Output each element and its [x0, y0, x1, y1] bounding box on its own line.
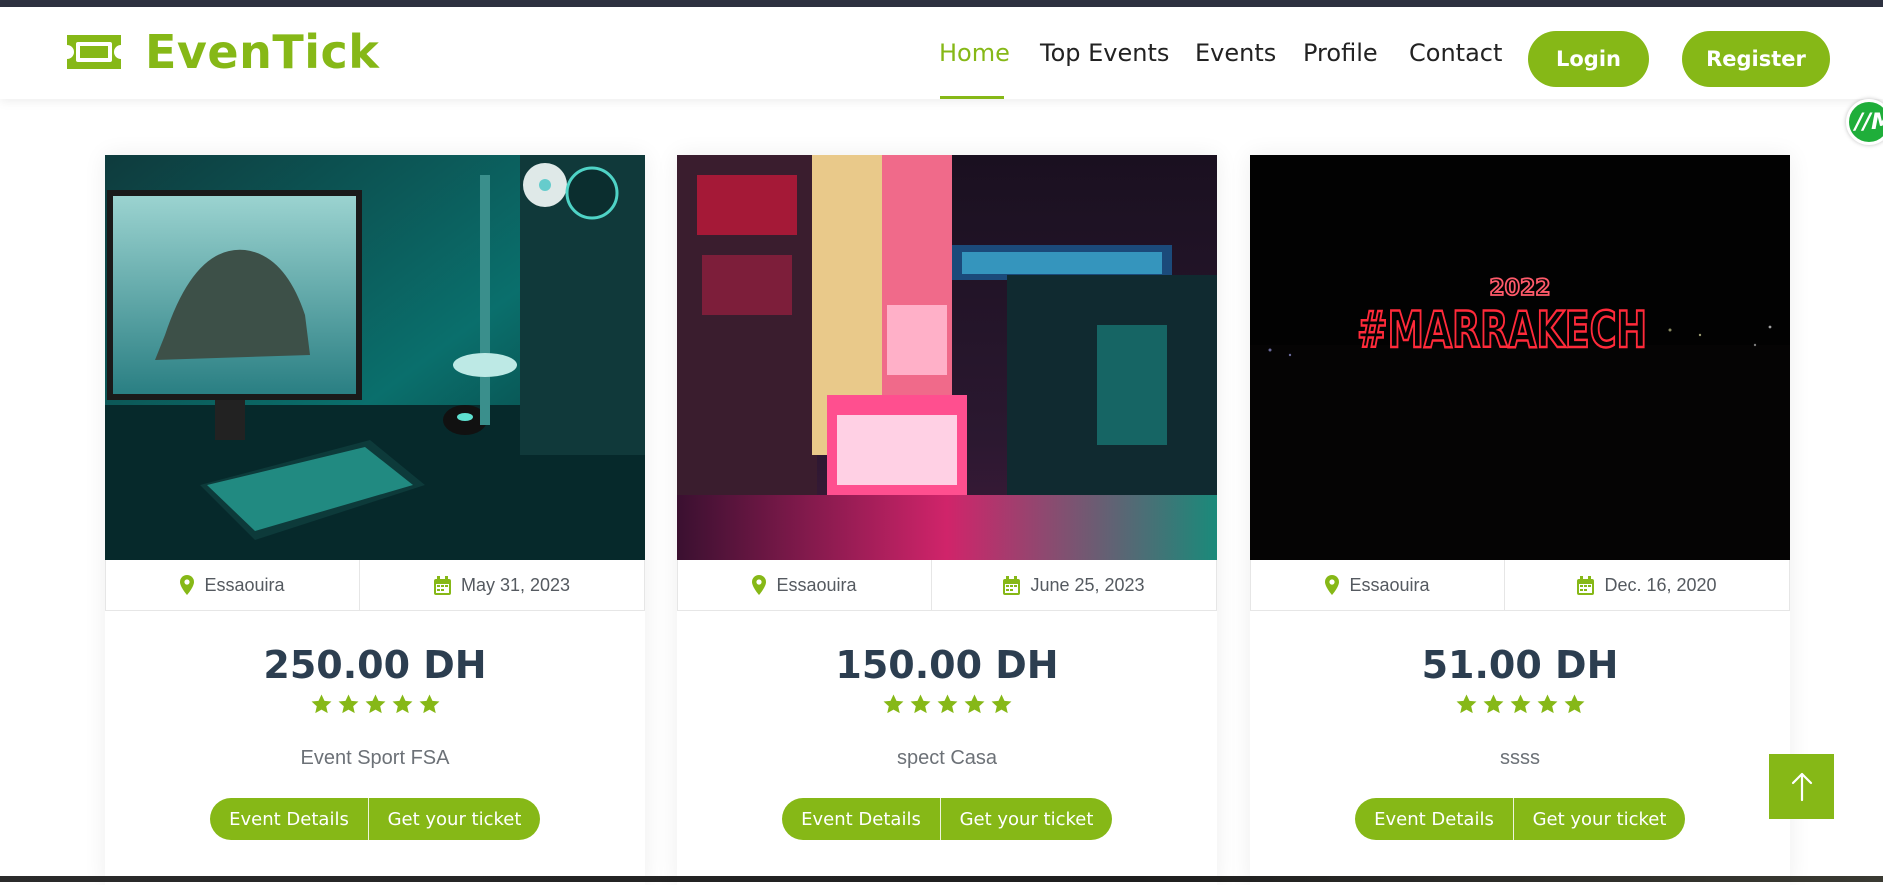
sign-text: #MARRAKECH — [1357, 301, 1647, 359]
star-rating — [677, 693, 1217, 716]
event-date: June 25, 2023 — [932, 560, 1216, 610]
star-icon — [910, 694, 930, 714]
map-pin-icon — [1325, 575, 1340, 595]
register-button[interactable]: Register — [1682, 31, 1830, 87]
star-icon — [1564, 694, 1584, 714]
star-icon — [1483, 694, 1503, 714]
event-details-button[interactable]: Event Details — [1355, 798, 1514, 840]
star-icon — [991, 694, 1011, 714]
star-icon — [937, 694, 957, 714]
get-ticket-button[interactable]: Get your ticket — [1514, 798, 1685, 840]
neon-street-photo — [677, 155, 1217, 560]
star-icon — [338, 694, 358, 714]
event-image[interactable] — [105, 155, 645, 560]
nav-profile[interactable]: Profile — [1303, 39, 1378, 67]
star-icon — [392, 694, 412, 714]
star-icon — [311, 694, 331, 714]
event-date-text: May 31, 2023 — [460, 574, 571, 595]
event-title: Event Sport FSA — [300, 747, 450, 769]
arrow-up-icon — [1791, 772, 1812, 801]
star-icon — [883, 694, 903, 714]
star-icon — [1537, 694, 1557, 714]
marrakech-night-photo: 2022 #MARRAKECH — [1250, 155, 1790, 560]
event-location: Essaouira — [678, 560, 932, 610]
event-location-text: Essaouira — [1349, 574, 1430, 595]
map-pin-icon — [752, 575, 767, 595]
event-date: May 31, 2023 — [360, 560, 644, 610]
map-pin-icon — [180, 575, 195, 595]
nav-events[interactable]: Events — [1195, 39, 1276, 67]
event-location-text: Essaouira — [204, 574, 285, 595]
active-nav-indicator — [940, 96, 1004, 99]
event-price: 51.00 DH — [1421, 643, 1619, 687]
event-actions: Event Details Get your ticket — [210, 798, 540, 840]
star-icon — [1510, 694, 1530, 714]
sign-year: 2022 — [1489, 276, 1550, 301]
event-location: Essaouira — [106, 560, 360, 610]
event-meta: Essaouira May 31, 2023 — [105, 560, 645, 611]
top-edge-strip — [0, 0, 1883, 7]
event-meta: Essaouira June 25, 2023 — [677, 560, 1217, 611]
event-title: ssss — [1500, 747, 1540, 769]
event-location-text: Essaouira — [776, 574, 857, 595]
star-rating — [105, 693, 645, 716]
brand-logo[interactable]: EvenTick — [63, 29, 379, 75]
event-meta: Essaouira Dec. 16, 2020 — [1250, 560, 1790, 611]
bottom-edge-strip — [0, 876, 1883, 882]
event-actions: Event Details Get your ticket — [782, 798, 1112, 840]
event-card: Essaouira June 25, 2023 150.00 DH spect … — [677, 155, 1217, 885]
calendar-icon — [433, 575, 451, 595]
event-card: 2022 #MARRAKECH Essaouira Dec. 16, 2020 … — [1250, 155, 1790, 885]
desk-setup-photo — [105, 155, 645, 560]
calendar-icon — [1003, 575, 1021, 595]
star-icon — [1456, 694, 1476, 714]
event-date-text: Dec. 16, 2020 — [1604, 574, 1717, 595]
event-date-text: June 25, 2023 — [1030, 574, 1145, 595]
floating-widget-icon[interactable]: //M — [1846, 99, 1883, 145]
event-date: Dec. 16, 2020 — [1505, 560, 1789, 610]
nav-home[interactable]: Home — [939, 39, 1010, 67]
event-image[interactable]: 2022 #MARRAKECH — [1250, 155, 1790, 560]
star-icon — [419, 694, 439, 714]
nav-contact[interactable]: Contact — [1409, 39, 1502, 67]
event-title: spect Casa — [896, 747, 998, 769]
event-card: Essaouira May 31, 2023 250.00 DH Event S… — [105, 155, 645, 885]
event-location: Essaouira — [1251, 560, 1505, 610]
star-icon — [365, 694, 385, 714]
star-rating — [1250, 693, 1790, 716]
login-button[interactable]: Login — [1528, 31, 1649, 87]
event-actions: Event Details Get your ticket — [1355, 798, 1685, 840]
star-icon — [964, 694, 984, 714]
calendar-icon — [1577, 575, 1595, 595]
event-image[interactable] — [677, 155, 1217, 560]
nav-top-events[interactable]: Top Events — [1040, 39, 1169, 67]
navbar: EvenTick Home Top Events Events Profile … — [0, 7, 1883, 99]
get-ticket-button[interactable]: Get your ticket — [941, 798, 1112, 840]
event-details-button[interactable]: Event Details — [782, 798, 941, 840]
get-ticket-button[interactable]: Get your ticket — [369, 798, 540, 840]
ticket-icon — [67, 35, 121, 69]
event-details-button[interactable]: Event Details — [210, 798, 369, 840]
event-price: 150.00 DH — [835, 643, 1059, 687]
back-to-top-button[interactable] — [1769, 754, 1834, 819]
brand-name: EvenTick — [145, 25, 380, 79]
event-price: 250.00 DH — [263, 643, 487, 687]
